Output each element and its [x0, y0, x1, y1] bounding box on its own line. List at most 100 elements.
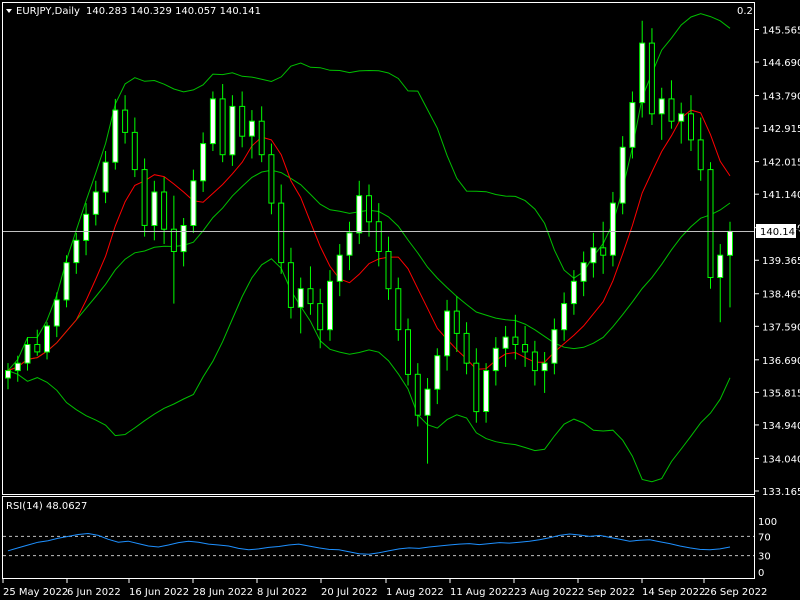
candle-body [688, 113, 694, 141]
price-tick-label: 135.815 [762, 388, 800, 399]
price-tick-label: 142.915 [762, 124, 800, 135]
candle-body [190, 180, 197, 227]
candle-body [570, 280, 577, 305]
current-price-text: 140.141 [760, 227, 800, 238]
candle-body [375, 221, 382, 252]
candle-body [63, 262, 70, 301]
price-tick-label: 138.465 [762, 290, 800, 301]
candle-body [268, 154, 275, 204]
price-tick-label: 142.015 [762, 158, 800, 169]
price-tick-label: 139.365 [762, 256, 800, 267]
candle-body [453, 310, 460, 334]
candle-body [239, 105, 246, 137]
time-tick-label: 1 Aug 2022 [386, 587, 444, 598]
candle-body [541, 362, 548, 372]
rsi-tick-label: 0 [758, 568, 764, 579]
time-tick-label: 16 Jun 2022 [129, 587, 189, 598]
time-tick-label: 2 Sep 2022 [578, 587, 635, 598]
candle-body [83, 213, 90, 241]
price-tick-label: 144.690 [762, 58, 800, 69]
candle-body [366, 195, 372, 223]
candle-body [512, 336, 519, 346]
candle-body [600, 247, 607, 256]
candle-body [44, 325, 50, 353]
price-tick-label: 134.040 [762, 454, 800, 465]
rsi-tick-label: 100 [758, 517, 777, 528]
candle-body [92, 191, 99, 215]
rsi-tick-label: 70 [758, 532, 771, 543]
candle-body [492, 347, 499, 372]
candle-body [102, 161, 109, 193]
candle-body [551, 329, 558, 364]
price-tick-label: 137.590 [762, 322, 800, 333]
candle-body [619, 146, 626, 204]
candle [141, 158, 148, 237]
candle-body [580, 262, 587, 282]
price-axis: 145.565 144.690 143.790 142.915 142.015 141.1… [755, 26, 800, 498]
candle-body [307, 288, 314, 305]
candle-body [658, 98, 665, 115]
candle-body [141, 169, 148, 226]
candle-body [385, 251, 392, 290]
time-tick-label: 14 Sep 2022 [642, 587, 705, 598]
time-tick-label: 23 Aug 2022 [514, 587, 578, 598]
current-price-label: 140.141 [756, 224, 800, 238]
candle-body [258, 120, 265, 156]
candle-body [434, 355, 441, 390]
candle [707, 162, 714, 289]
price-tick-label: 143.790 [762, 92, 800, 103]
candle-body [151, 191, 158, 226]
candle-body [629, 102, 636, 148]
candle [209, 91, 216, 152]
candle-body [395, 288, 402, 331]
candle-body [73, 239, 80, 264]
price-tick-label: 134.940 [762, 421, 800, 432]
candle-body [248, 120, 255, 137]
candle-body [502, 336, 509, 349]
candle-body [287, 262, 294, 308]
rsi-label: RSI(14) 48.0627 [6, 501, 87, 512]
candle-body [14, 362, 21, 372]
candle-body [697, 139, 704, 171]
rsi-tick-label: 30 [758, 552, 771, 563]
candle-body [473, 362, 480, 413]
candle-body [444, 310, 451, 357]
candle-body [161, 191, 168, 230]
time-tick-label: 11 Aug 2022 [450, 587, 514, 598]
candle-body [522, 344, 529, 353]
candle-body [180, 225, 187, 253]
candle-body [668, 98, 675, 122]
candle-body [219, 98, 226, 156]
spread-value: 0.2 [737, 6, 753, 17]
time-tick-label: 8 Jul 2022 [257, 587, 307, 598]
candle-body [336, 254, 343, 282]
price-tick-label: 133.165 [762, 487, 800, 498]
candle-body [463, 332, 470, 364]
price-tick-label: 145.565 [762, 26, 800, 37]
candle-body [278, 202, 285, 264]
price-tick-label: 141.140 [762, 190, 800, 201]
candle-body [209, 98, 216, 145]
candle-body [648, 42, 655, 115]
candle-body [34, 344, 41, 353]
candle-body [327, 280, 333, 331]
candle-body [609, 202, 616, 256]
price-chart[interactable]: 145.565 144.690 143.790 142.915 142.015 141.1… [0, 0, 800, 600]
candle-body [170, 228, 177, 252]
candle-body [297, 288, 304, 308]
candle-body [346, 232, 353, 256]
candle-body [53, 299, 60, 327]
candle-body [200, 143, 207, 182]
candle-body [405, 329, 411, 375]
time-tick-label: 6 Jun 2022 [67, 587, 121, 598]
time-tick-label: 25 May 2022 [3, 587, 68, 598]
symbol-label: EURJPY,Daily [16, 6, 80, 17]
candle-body [590, 247, 597, 264]
time-tick-label: 26 Sep 2022 [704, 587, 767, 598]
candle-body [122, 109, 129, 133]
candle-body [727, 230, 733, 256]
candle-body [24, 344, 31, 364]
candle-body [131, 131, 138, 171]
candle-body [5, 370, 11, 379]
candle-body [678, 113, 685, 122]
